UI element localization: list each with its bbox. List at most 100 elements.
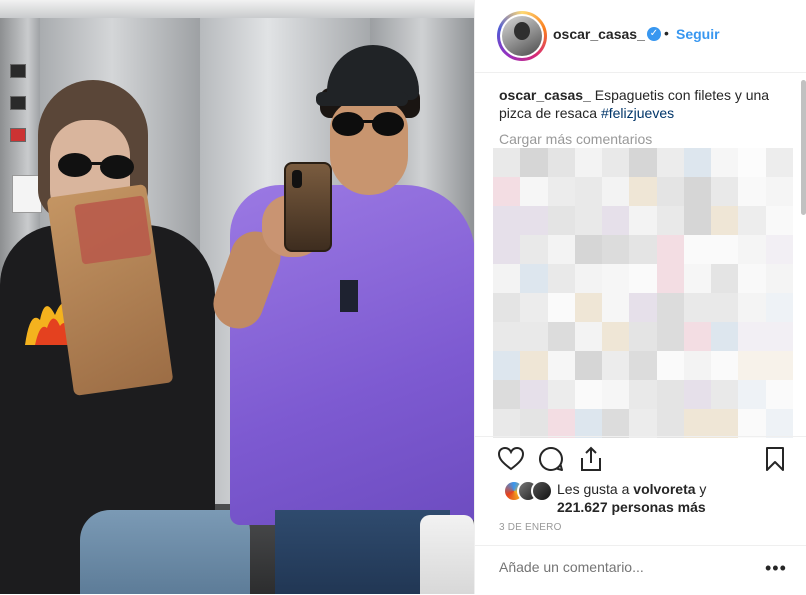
blur-cell <box>629 177 657 206</box>
likers-avatars[interactable] <box>503 480 553 502</box>
blur-cell <box>574 380 603 409</box>
blur-row <box>493 322 793 351</box>
elevator-button <box>10 128 26 142</box>
header-username[interactable]: oscar_casas_ <box>553 26 645 42</box>
blur-cell <box>683 264 712 293</box>
load-more-comments-button[interactable]: Cargar más comentarios <box>499 131 652 147</box>
scrollbar[interactable] <box>801 80 806 215</box>
comment-input[interactable] <box>499 559 749 575</box>
blur-cell <box>765 264 793 293</box>
blur-row <box>493 380 793 409</box>
blur-cell <box>602 148 630 177</box>
action-bar <box>475 436 806 481</box>
blur-cell <box>711 148 739 177</box>
avatar[interactable] <box>497 11 547 61</box>
blur-cell <box>602 351 630 380</box>
blur-cell <box>493 148 521 177</box>
heart-icon[interactable] <box>497 445 525 473</box>
blur-cell <box>711 206 739 235</box>
blur-cell <box>493 351 521 380</box>
blur-cell <box>493 322 521 351</box>
blur-cell <box>520 380 548 409</box>
blur-cell <box>493 264 521 293</box>
blur-cell <box>765 148 793 177</box>
blur-cell <box>493 293 521 322</box>
blur-cell <box>711 264 739 293</box>
blur-cell <box>683 351 712 380</box>
likes-connector: y <box>699 481 707 497</box>
sunglasses <box>58 153 134 179</box>
likes-count[interactable]: 221.627 personas más <box>557 499 706 515</box>
blur-row <box>493 235 793 264</box>
blur-cell <box>765 351 793 380</box>
paper-bag-label <box>74 195 152 265</box>
blur-cell <box>520 351 548 380</box>
blur-cell <box>493 235 521 264</box>
blur-cell <box>656 264 684 293</box>
blur-cell <box>711 293 739 322</box>
blur-cell <box>493 409 521 438</box>
post-sidebar: oscar_casas_ ✓ • Seguir oscar_casas_ Esp… <box>474 0 806 594</box>
blur-cell <box>602 206 630 235</box>
blur-cell <box>683 206 712 235</box>
blur-cell <box>656 293 684 322</box>
blur-cell <box>765 322 793 351</box>
jeans <box>80 510 250 594</box>
verified-badge-icon: ✓ <box>647 27 661 41</box>
blur-cell <box>738 380 766 409</box>
blur-cell <box>520 177 548 206</box>
cap-brim <box>316 92 408 106</box>
blur-cell <box>629 322 657 351</box>
blur-cell <box>520 148 548 177</box>
plastic-bag <box>420 515 474 594</box>
blur-cell <box>683 293 712 322</box>
blur-row <box>493 206 793 235</box>
follow-button[interactable]: Seguir <box>676 26 720 42</box>
blur-cell <box>683 235 712 264</box>
blur-row <box>493 177 793 206</box>
blur-cell <box>738 148 766 177</box>
sunglasses <box>332 112 404 136</box>
liker-username[interactable]: volvoreta <box>633 481 695 497</box>
blur-cell <box>738 206 766 235</box>
blur-cell <box>493 177 521 206</box>
blur-cell <box>683 409 712 438</box>
caption: oscar_casas_ Espaguetis con filetes y un… <box>499 86 784 122</box>
blur-cell <box>656 380 684 409</box>
avatar-image <box>502 16 542 56</box>
blur-cell <box>656 409 684 438</box>
blur-cell <box>574 264 603 293</box>
blur-cell <box>629 293 657 322</box>
blur-cell <box>656 322 684 351</box>
blur-cell <box>683 177 712 206</box>
caption-username[interactable]: oscar_casas_ <box>499 87 591 103</box>
post-date[interactable]: 3 DE ENERO <box>499 522 562 533</box>
blur-cell <box>765 177 793 206</box>
blur-cell <box>520 206 548 235</box>
blur-cell <box>656 148 684 177</box>
blur-cell <box>602 177 630 206</box>
blur-cell <box>574 177 603 206</box>
blur-cell <box>574 148 603 177</box>
likes-prefix: Les gusta a <box>557 481 630 497</box>
elevator-button <box>10 64 26 78</box>
bookmark-icon[interactable] <box>761 445 789 473</box>
blur-cell <box>656 206 684 235</box>
hashtag-link[interactable]: #felizjueves <box>601 105 674 121</box>
blur-cell <box>738 264 766 293</box>
blur-cell <box>711 351 739 380</box>
blur-row <box>493 148 793 177</box>
blur-cell <box>765 293 793 322</box>
blur-cell <box>656 351 684 380</box>
blur-cell <box>711 409 739 438</box>
comment-icon[interactable] <box>537 445 565 473</box>
blur-cell <box>520 409 548 438</box>
blur-cell <box>683 380 712 409</box>
blur-cell <box>629 264 657 293</box>
more-options-icon[interactable]: ••• <box>765 558 787 579</box>
blur-cell <box>656 177 684 206</box>
blur-cell <box>547 351 575 380</box>
share-icon[interactable] <box>577 445 605 473</box>
blur-cell <box>738 177 766 206</box>
post-photo[interactable] <box>0 0 474 594</box>
